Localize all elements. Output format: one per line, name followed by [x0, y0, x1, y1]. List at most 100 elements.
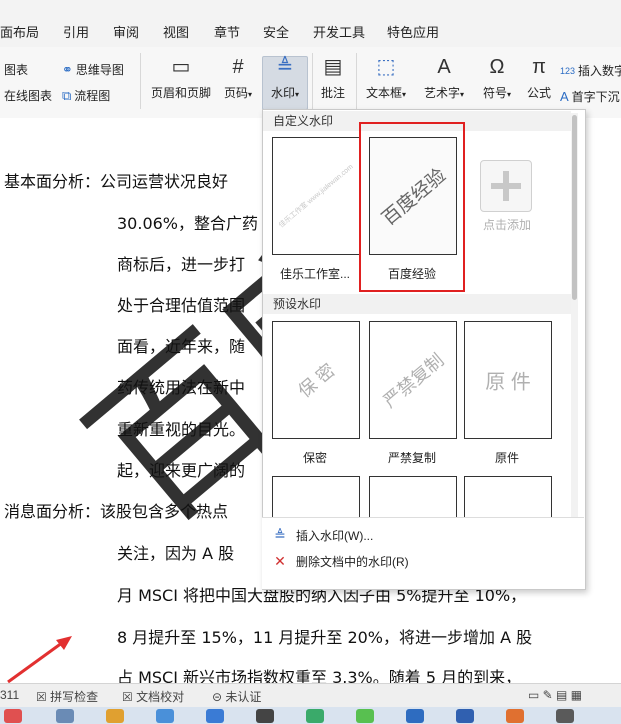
flowchart-button[interactable]: ⧉ 流程图	[62, 87, 110, 104]
doc-line: 重新重视的目光。	[117, 420, 246, 439]
insert-watermark-menu-item[interactable]: ≜ 插入水印(W)...	[272, 527, 373, 544]
menu-special[interactable]: 特色应用	[387, 22, 439, 41]
doc-proof-button[interactable]: ☒ 文档校对	[122, 688, 184, 705]
view-mode-icons[interactable]: ▭ ✎ ▤ ▦	[528, 688, 582, 702]
mind-map-button[interactable]: ⚭ 思维导图	[62, 61, 124, 78]
red-highlight-box	[359, 122, 465, 292]
art-text-label: 艺术字	[423, 86, 460, 100]
formula-button[interactable]: π 公式	[522, 54, 556, 101]
drop-cap-icon: A	[560, 89, 569, 104]
separator	[140, 53, 141, 109]
doc-line: 8 月提升至 15%，11 月提升至 20%，将进一步增加 A 股	[117, 628, 533, 647]
certification-status[interactable]: ⊝ 未认证	[212, 688, 261, 705]
app-icon[interactable]	[256, 709, 274, 723]
omega-icon: Ω	[489, 56, 505, 78]
doc-line: 药传统用法在新中	[117, 378, 246, 397]
mind-map-icon: ⚭	[62, 61, 73, 77]
app-icon[interactable]	[506, 709, 524, 723]
mind-map-label: 思维导图	[75, 63, 124, 77]
menu-chapter[interactable]: 章节	[214, 22, 240, 41]
preset-watermark-more[interactable]	[369, 476, 457, 517]
folder-icon[interactable]	[106, 709, 124, 723]
doc-proof-label: 文档校对	[136, 690, 185, 704]
menu-bar: 面布局 引用 审阅 视图 章节 安全 开发工具 特色应用	[0, 0, 621, 47]
preset-watermark-no-copy[interactable]: 严禁复制	[369, 321, 457, 439]
app-icon[interactable]	[456, 709, 474, 723]
app-icon[interactable]	[4, 709, 22, 723]
spell-check-label: 拼写检查	[50, 690, 99, 704]
preset-watermark-confidential[interactable]: 保 密	[272, 321, 360, 439]
menu-developer[interactable]: 开发工具	[313, 22, 365, 41]
symbol-button[interactable]: Ω 符号▾	[478, 54, 516, 101]
spell-check-button[interactable]: ☒ 拼写检查	[36, 688, 98, 705]
menu-references[interactable]: 引用	[63, 22, 89, 41]
insert-number-label: 插入数字	[578, 64, 621, 78]
delete-watermark-icon: ✕	[274, 553, 286, 569]
online-chart-label: 在线图表	[4, 89, 53, 103]
preset-watermark-more[interactable]	[464, 476, 552, 517]
insert-watermark-icon: ≜	[274, 527, 286, 543]
app-icon[interactable]	[306, 709, 324, 723]
add-watermark-plus-icon[interactable]	[480, 160, 532, 212]
menu-security[interactable]: 安全	[263, 22, 289, 41]
app-icon[interactable]	[156, 709, 174, 723]
flowchart-label: 流程图	[74, 89, 111, 103]
comment-button[interactable]: ▤ 批注	[315, 54, 351, 101]
add-watermark-label[interactable]: 点击添加	[459, 216, 555, 233]
menu-view[interactable]: 视图	[163, 22, 189, 41]
preset-watermark-header: 预设水印	[263, 294, 571, 314]
watermark-icon: ≜	[276, 56, 294, 78]
separator	[312, 53, 313, 109]
checkbox-icon: ☒	[36, 690, 51, 704]
doc-line: 商标后，进一步打	[117, 255, 246, 274]
app-icon[interactable]	[356, 709, 374, 723]
doc-line: 处于合理估值范围	[117, 296, 246, 315]
watermark-preview-text: 保 密	[294, 359, 339, 402]
art-text-button[interactable]: A 艺术字▾	[420, 54, 468, 101]
app-icon[interactable]	[556, 709, 574, 723]
drop-cap-label: 首字下沉	[571, 90, 620, 104]
separator	[356, 53, 357, 109]
not-certified-label: 未认证	[225, 690, 262, 704]
app-icon[interactable]	[206, 709, 224, 723]
header-footer-button[interactable]: ▭ 页眉和页脚	[150, 54, 212, 101]
menu-page-layout[interactable]: 面布局	[0, 22, 39, 41]
doc-line: 基本面分析：公司运营状况良好	[4, 172, 229, 191]
textbox-button[interactable]: ⬚ 文本框▾	[362, 54, 410, 101]
watermark-preview-text: 佳乐工作室 www.jialewan.com	[278, 163, 355, 230]
red-arrow-annotation	[7, 636, 72, 684]
delete-watermark-menu-item[interactable]: ✕ 删除文档中的水印(R)	[272, 553, 409, 570]
art-text-icon: A	[437, 56, 451, 78]
watermark-button[interactable]: ≜ 水印▾	[262, 54, 308, 101]
header-footer-icon: ▭	[171, 56, 191, 78]
watermark-preview-text: 严禁复制	[379, 349, 448, 412]
preset-watermark-original[interactable]: 原 件	[464, 321, 552, 439]
symbol-label: 符号	[482, 86, 507, 100]
checkbox-icon: ☒	[122, 690, 137, 704]
textbox-icon: ⬚	[376, 56, 396, 78]
shield-icon: ⊝	[212, 690, 226, 704]
preset-no-copy-label: 严禁复制	[387, 451, 436, 465]
watermark-label: 水印	[270, 86, 295, 100]
chart-label: 图表	[4, 63, 29, 77]
chart-button[interactable]: 图表	[4, 61, 28, 78]
doc-line: 消息面分析：该股包含多个热点	[4, 502, 229, 521]
flowchart-icon: ⧉	[62, 87, 72, 103]
panel-scrollbar-thumb[interactable]	[572, 115, 577, 300]
pi-icon: π	[532, 56, 546, 78]
app-icon[interactable]	[56, 709, 74, 723]
app-icon[interactable]	[406, 709, 424, 723]
custom-watermark-jiale-label: 佳乐工作室...	[279, 267, 350, 281]
page-number-label: 页码	[223, 86, 248, 100]
insert-number-button[interactable]: 123 插入数字	[560, 62, 621, 79]
page-number-status: 311	[0, 688, 20, 702]
custom-watermark-jiale[interactable]: 佳乐工作室 www.jialewan.com	[272, 137, 360, 255]
preset-watermark-more[interactable]	[272, 476, 360, 517]
panel-footer: ≜ 插入水印(W)... ✕ 删除文档中的水印(R)	[262, 517, 584, 589]
doc-line: 面看，近年来，随	[117, 337, 246, 356]
page-number-button[interactable]: # 页码▾	[218, 54, 258, 101]
doc-line: 关注，因为 A 股	[117, 544, 235, 563]
drop-cap-button[interactable]: A 首字下沉	[560, 88, 620, 105]
menu-review[interactable]: 审阅	[113, 22, 139, 41]
online-chart-button[interactable]: 在线图表	[4, 87, 52, 104]
